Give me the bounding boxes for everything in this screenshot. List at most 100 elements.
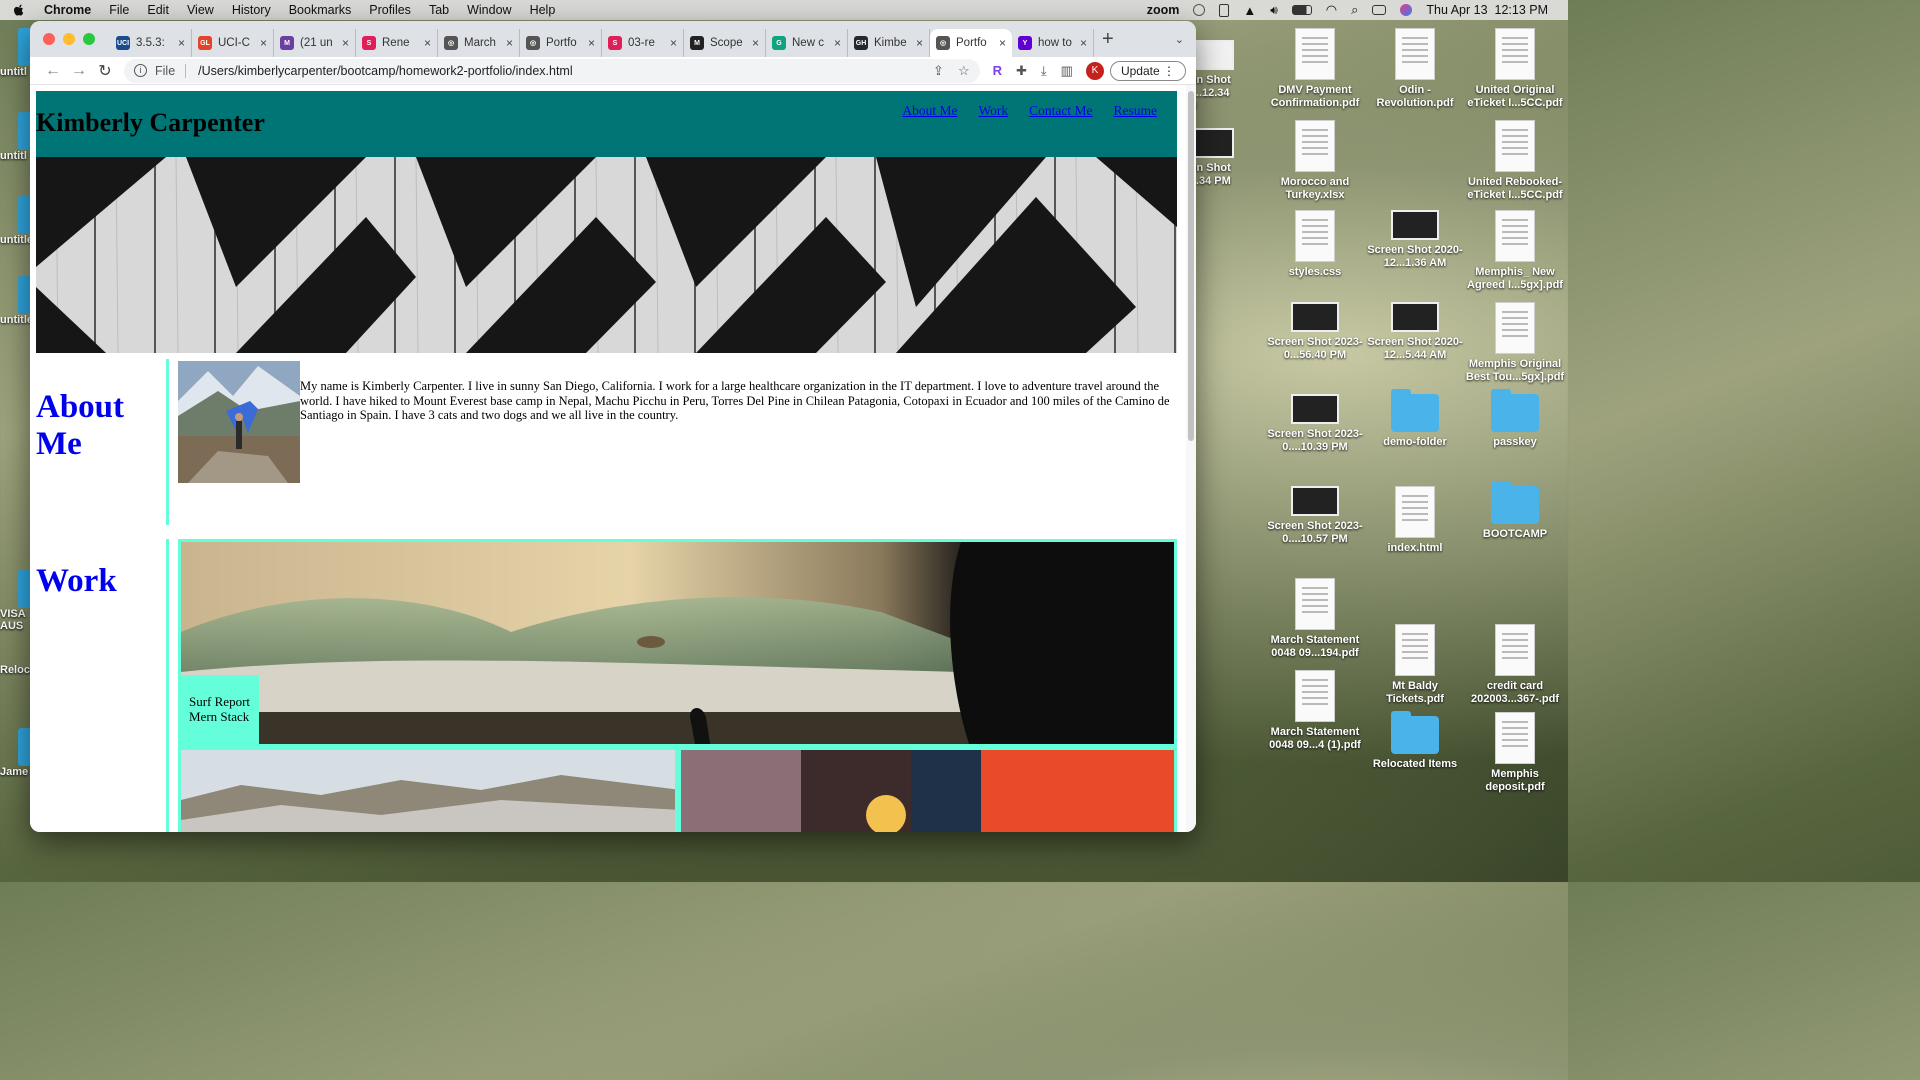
browser-tab[interactable]: ◎ Portfo × [930,29,1012,57]
close-tab-icon[interactable]: × [260,36,267,50]
minimize-window-button[interactable] [63,33,75,45]
close-tab-icon[interactable]: × [916,36,923,50]
project-card-lantern[interactable] [678,747,1177,832]
close-tab-icon[interactable]: × [999,36,1006,50]
menu-help[interactable]: Help [530,3,556,17]
forward-arrow-icon[interactable]: → [66,62,92,80]
update-button[interactable]: Update ⋮ [1109,60,1186,81]
close-tab-icon[interactable]: × [342,36,349,50]
spotlight-search-icon[interactable]: ⌕ [1351,2,1358,18]
tab-search-chevron-icon[interactable]: ⌄ [1175,33,1184,46]
browser-tab[interactable]: Yhow to × [1012,29,1094,57]
desktop-left-item[interactable]: untitle [0,276,34,326]
menu-view[interactable]: View [187,3,214,17]
new-tab-button[interactable]: + [1102,28,1114,51]
desktop-icon-shot[interactable]: Screen Shot 2023-0....10.39 PM [1265,394,1365,454]
desktop-left-item[interactable]: Reloca [0,664,36,676]
close-tab-icon[interactable]: × [670,36,677,50]
desktop-icon-doc[interactable]: Mt Baldy Tickets.pdf [1365,624,1465,706]
desktop-icon-doc[interactable]: Odin - Revolution.pdf [1365,28,1465,110]
desktop-left-item[interactable]: untitl [0,112,34,162]
close-tab-icon[interactable]: × [506,36,513,50]
desktop-icon-folder[interactable]: BOOTCAMP [1465,481,1565,541]
url-text[interactable]: /Users/kimberlycarpenter/bootcamp/homewo… [198,64,572,78]
nav-link-contact-me[interactable]: Contact Me [1029,103,1092,119]
desktop-icon-doc[interactable]: Memphis_ New Agreed I...5gx].pdf [1465,210,1565,292]
desktop-icon-shot[interactable]: Screen Shot 2023-0...56.40 PM [1265,302,1365,362]
close-tab-icon[interactable]: × [752,36,759,50]
close-window-button[interactable] [43,33,55,45]
siri-icon[interactable] [1400,4,1413,16]
close-tab-icon[interactable]: × [1080,36,1087,50]
apple-menu-icon[interactable] [12,3,26,17]
desktop-icon-folder[interactable]: demo-folder [1365,389,1465,449]
volume-icon[interactable]: 🔊︎ [1270,3,1278,18]
profile-avatar[interactable]: K [1085,61,1104,80]
browser-tab[interactable]: ◎ March × [438,29,520,57]
focus-icon[interactable] [1193,4,1206,16]
menu-history[interactable]: History [232,3,271,17]
desktop-icon-doc[interactable]: March Statement 0048 09...4 (1).pdf [1265,670,1365,752]
browser-tab[interactable]: S Rene × [356,29,438,57]
desktop-icon-doc[interactable]: Memphis deposit.pdf [1465,712,1565,794]
desktop-icon-folder[interactable]: passkey [1465,389,1565,449]
desktop-icon-doc[interactable]: credit card 202003...367-.pdf [1465,624,1565,706]
desktop-icon-shot[interactable]: Screen Shot 2023-0....10.57 PM [1265,486,1365,546]
browser-tab[interactable]: UCI 3.5.3: × [110,29,192,57]
close-tab-icon[interactable]: × [834,36,841,50]
desktop-icon-doc[interactable]: styles.css [1265,210,1365,279]
nav-link-resume[interactable]: Resume [1114,103,1158,119]
nav-link-about-me[interactable]: About Me [902,103,957,119]
desktop-icon-doc[interactable]: index.html [1365,486,1465,555]
browser-tab[interactable]: GL UCI-C × [192,29,274,57]
nav-link-work[interactable]: Work [978,103,1008,119]
bookmark-star-icon[interactable]: ☆ [958,63,970,79]
desktop-icon-shot[interactable]: Screen Shot 2020-12...1.36 AM [1365,210,1465,270]
zoom-status[interactable]: zoom [1147,3,1180,17]
menu-bookmarks[interactable]: Bookmarks [289,3,352,17]
site-info-icon[interactable]: i [134,64,147,77]
project-card-mountains[interactable] [178,747,678,832]
desktop-icon-doc[interactable]: United Original eTicket I...5CC.pdf [1465,28,1565,110]
reload-icon[interactable]: ↻ [92,61,118,81]
desktop-icon-folder[interactable]: Relocated Items [1365,711,1465,771]
menu-app-name[interactable]: Chrome [44,3,91,17]
share-icon[interactable]: ⇪ [933,63,944,79]
desktop-icon-doc[interactable]: United Rebooked- eTicket I...5CC.pdf [1465,120,1565,202]
close-tab-icon[interactable]: × [424,36,431,50]
menu-edit[interactable]: Edit [147,3,169,17]
extensions-puzzle-icon[interactable]: ✚ [1016,63,1027,79]
back-arrow-icon[interactable]: ← [40,62,66,80]
battery-icon[interactable] [1291,5,1312,15]
desktop-left-item[interactable]: Jame [0,728,34,778]
close-tab-icon[interactable]: × [588,36,595,50]
close-tab-icon[interactable]: × [178,36,185,50]
browser-tab[interactable]: G New c × [766,29,848,57]
browser-tab[interactable]: ◎ Portfo × [520,29,602,57]
scrollbar-thumb[interactable] [1188,91,1194,441]
calculator-icon[interactable] [1219,3,1230,17]
menu-tab[interactable]: Tab [429,3,449,17]
maximize-window-button[interactable] [83,33,95,45]
menu-profiles[interactable]: Profiles [369,3,411,17]
download-icon[interactable]: ⤓ [1041,63,1047,79]
side-panel-icon[interactable]: ▥ [1061,63,1073,79]
menu-window[interactable]: Window [467,3,511,17]
page-scrollbar[interactable] [1186,85,1196,832]
menu-file[interactable]: File [109,3,129,17]
desktop-icon-doc[interactable]: DMV Payment Confirmation.pdf [1265,28,1365,110]
desktop-icon-doc[interactable]: Morocco and Turkey.xlsx [1265,120,1365,202]
desktop-left-item[interactable]: VISA AUS [0,570,34,632]
desktop-left-item[interactable]: untitl [0,28,34,78]
desktop-icon-doc[interactable]: Memphis Original Best Tou...5gx].pdf [1465,302,1565,384]
extension-r-icon[interactable]: R [993,63,1002,78]
address-bar[interactable]: i File /Users/kimberlycarpenter/bootcamp… [124,58,980,83]
desktop-left-item[interactable]: untitle [0,196,34,246]
datetime[interactable]: Thu Apr 13 12:13 PM [1426,3,1548,17]
browser-tab[interactable]: M Scope × [684,29,766,57]
wifi-icon[interactable]: ◠ [1326,2,1337,18]
browser-tab[interactable]: M (21 un × [274,29,356,57]
control-center-icon[interactable] [1372,5,1387,15]
browser-tab[interactable]: GH Kimbe × [848,29,930,57]
desktop-icon-shot[interactable]: Screen Shot 2020-12...5.44 AM [1365,302,1465,362]
